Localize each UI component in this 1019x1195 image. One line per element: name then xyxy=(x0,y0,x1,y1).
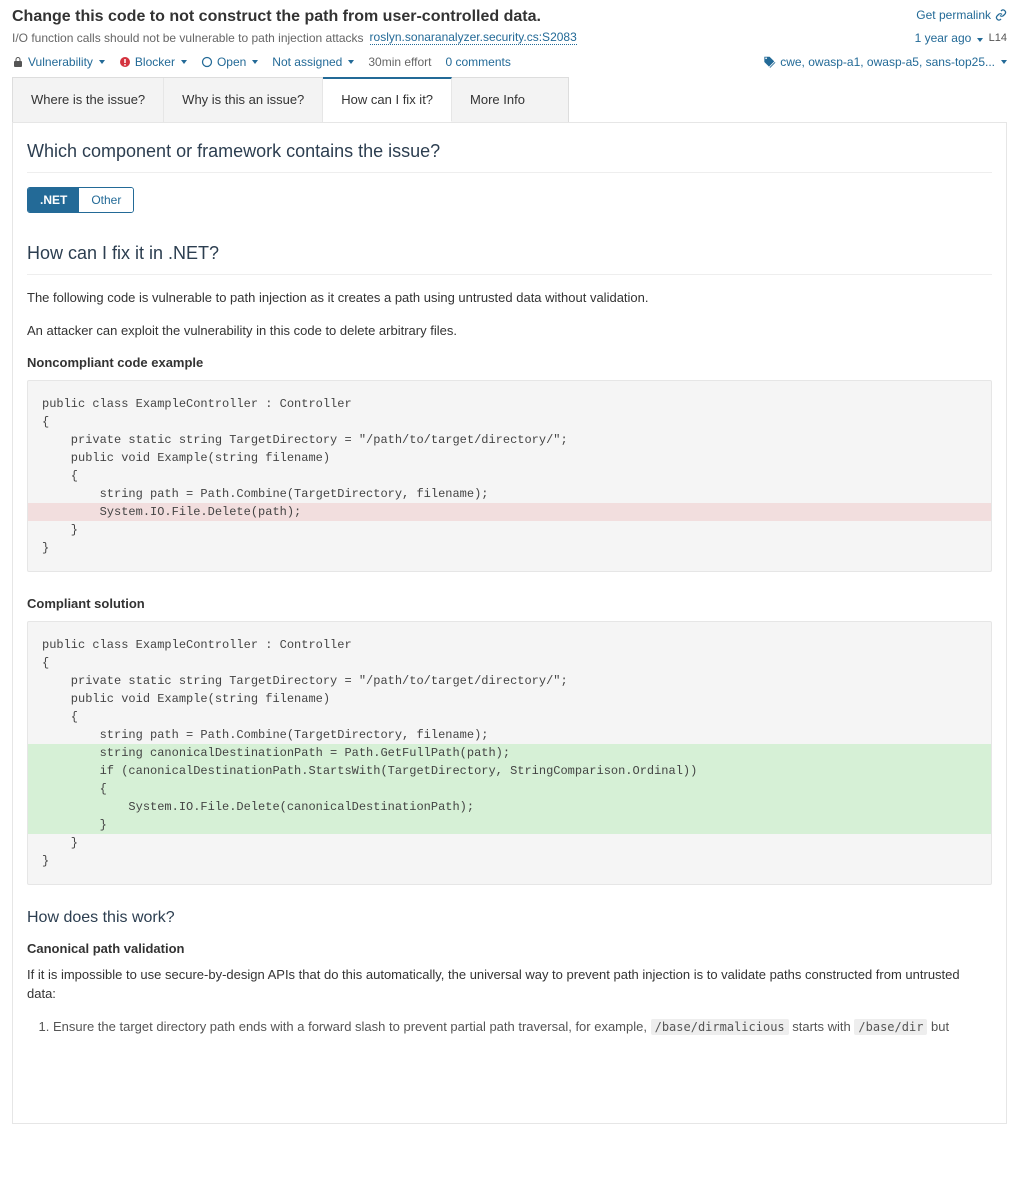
tab-why[interactable]: Why is this an issue? xyxy=(164,78,323,122)
code-line: public class ExampleController : Control… xyxy=(28,636,991,654)
link-icon xyxy=(995,9,1007,21)
tags-dropdown[interactable]: cwe, owasp-a1, owasp-a5, sans-top25... xyxy=(762,55,1007,69)
code-line: private static string TargetDirectory = … xyxy=(28,431,991,449)
list-item: Ensure the target directory path ends wi… xyxy=(53,1017,992,1037)
inline-code: /base/dir xyxy=(854,1019,927,1035)
fix-section-heading: How can I fix it in .NET? xyxy=(27,243,992,275)
code-line: public class ExampleController : Control… xyxy=(28,395,991,413)
code-line: { xyxy=(28,413,991,431)
component-section-heading: Which component or framework contains th… xyxy=(27,141,992,173)
status-dropdown[interactable]: Open xyxy=(201,55,258,69)
tabs-bar: Where is the issue? Why is this an issue… xyxy=(12,77,569,123)
code-line: { xyxy=(28,780,991,798)
pill-net[interactable]: .NET xyxy=(28,188,79,212)
issue-age[interactable]: 1 year ago xyxy=(915,31,983,45)
permalink-label: Get permalink xyxy=(916,8,991,22)
noncompliant-heading: Noncompliant code example xyxy=(27,355,992,370)
code-line: } xyxy=(28,539,991,557)
code-line: public void Example(string filename) xyxy=(28,690,991,708)
blocker-icon xyxy=(119,56,131,68)
how-works-heading: How does this work? xyxy=(27,909,992,927)
code-line: public void Example(string filename) xyxy=(28,449,991,467)
line-badge: L14 xyxy=(989,32,1007,44)
description-para-2: An attacker can exploit the vulnerabilit… xyxy=(27,322,992,341)
code-line: } xyxy=(28,816,991,834)
noncompliant-code-block: public class ExampleController : Control… xyxy=(27,380,992,572)
code-line: string path = Path.Combine(TargetDirecto… xyxy=(28,485,991,503)
canonical-heading: Canonical path validation xyxy=(27,941,992,956)
lock-icon xyxy=(12,56,24,68)
code-line: } xyxy=(28,852,991,870)
inline-code: /base/dirmalicious xyxy=(651,1019,789,1035)
tab-how-fix[interactable]: How can I fix it? xyxy=(323,77,452,122)
canonical-para: If it is impossible to use secure-by-des… xyxy=(27,966,992,1004)
issue-subtitle: I/O function calls should not be vulnera… xyxy=(12,31,364,45)
code-line: } xyxy=(28,834,991,852)
validation-list: Ensure the target directory path ends wi… xyxy=(27,1017,992,1037)
code-line: if (canonicalDestinationPath.StartsWith(… xyxy=(28,762,991,780)
code-line: System.IO.File.Delete(path); xyxy=(28,503,991,521)
issue-type-dropdown[interactable]: Vulnerability xyxy=(12,55,105,69)
issue-title: Change this code to not construct the pa… xyxy=(12,8,541,26)
code-line: string path = Path.Combine(TargetDirecto… xyxy=(28,726,991,744)
code-line: { xyxy=(28,654,991,672)
code-line: System.IO.File.Delete(canonicalDestinati… xyxy=(28,798,991,816)
description-para-1: The following code is vulnerable to path… xyxy=(27,289,992,308)
pill-other[interactable]: Other xyxy=(79,188,133,212)
code-line: string canonicalDestinationPath = Path.G… xyxy=(28,744,991,762)
tab-where[interactable]: Where is the issue? xyxy=(13,78,164,122)
compliant-code-block: public class ExampleController : Control… xyxy=(27,621,992,885)
comments-link[interactable]: 0 comments xyxy=(446,55,511,69)
open-status-icon xyxy=(201,56,213,68)
severity-dropdown[interactable]: Blocker xyxy=(119,55,187,69)
tags-icon xyxy=(762,55,776,69)
effort-label: 30min effort xyxy=(368,55,431,69)
code-line: private static string TargetDirectory = … xyxy=(28,672,991,690)
code-line: { xyxy=(28,467,991,485)
permalink-link[interactable]: Get permalink xyxy=(916,8,1007,22)
compliant-heading: Compliant solution xyxy=(27,596,992,611)
code-line: { xyxy=(28,708,991,726)
content-scroll-region[interactable]: Which component or framework contains th… xyxy=(13,123,1006,1123)
rule-link[interactable]: roslyn.sonaranalyzer.security.cs:S2083 xyxy=(370,30,577,45)
assignee-dropdown[interactable]: Not assigned xyxy=(272,55,354,69)
code-line: } xyxy=(28,521,991,539)
tab-more-info[interactable]: More Info xyxy=(452,78,543,122)
framework-pills: .NET Other xyxy=(27,187,134,213)
